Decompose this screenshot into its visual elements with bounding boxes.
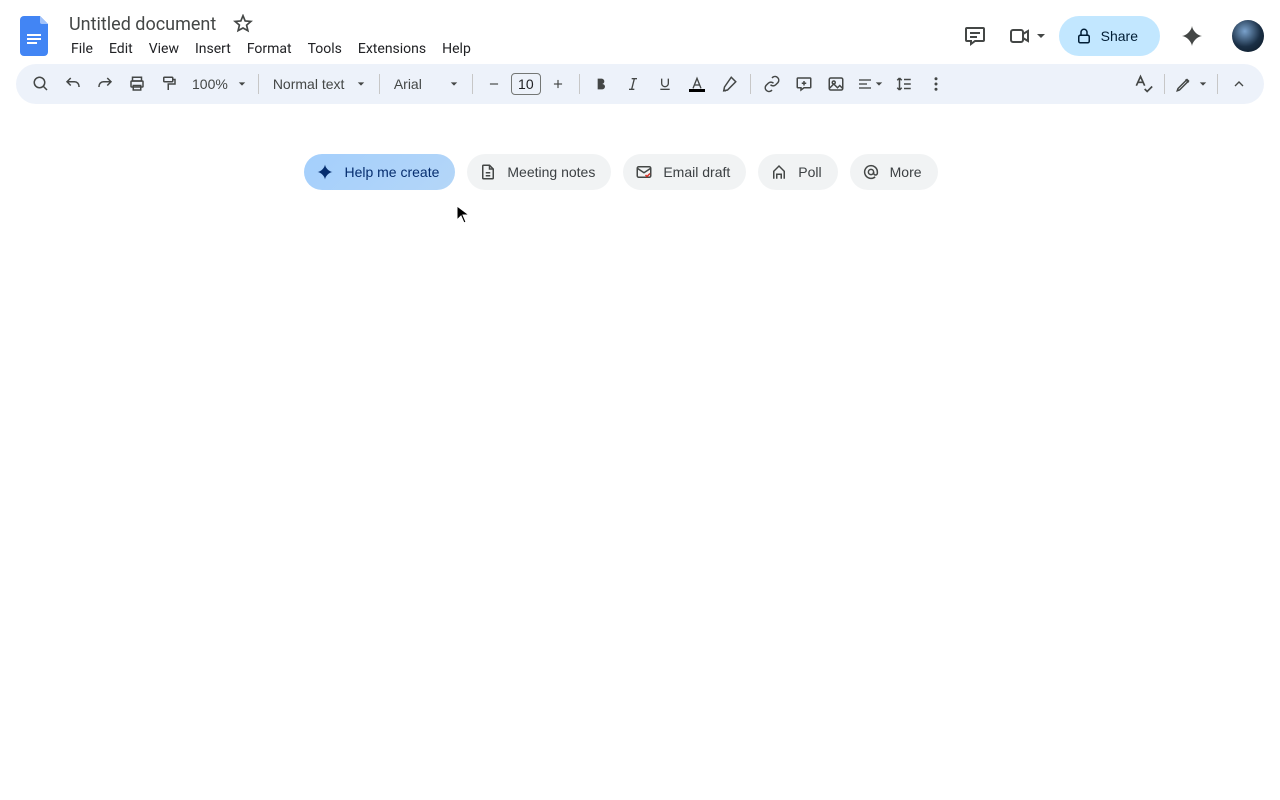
chevron-down-icon — [357, 80, 365, 88]
chevron-down-icon — [238, 80, 246, 88]
zoom-dropdown[interactable]: 100% — [186, 69, 252, 99]
pencil-icon — [1175, 75, 1193, 93]
insert-image-icon[interactable] — [821, 69, 851, 99]
menu-tools[interactable]: Tools — [301, 37, 349, 61]
chevron-down-icon — [1036, 31, 1046, 41]
increase-font-size-button[interactable] — [543, 69, 573, 99]
underline-button[interactable] — [650, 69, 680, 99]
separator — [379, 74, 380, 94]
chip-help-me-create[interactable]: Help me create — [304, 154, 455, 190]
chevron-down-icon — [875, 80, 883, 88]
insert-link-icon[interactable] — [757, 69, 787, 99]
chevron-down-icon — [1199, 80, 1207, 88]
chip-label: Help me create — [344, 164, 439, 180]
menu-view[interactable]: View — [142, 37, 186, 61]
zoom-value: 100% — [192, 76, 228, 92]
share-button[interactable]: Share — [1059, 16, 1160, 56]
app-header: Untitled document File Edit View Insert … — [0, 0, 1280, 64]
paragraph-style-dropdown[interactable]: Normal text — [265, 69, 373, 99]
separator — [258, 74, 259, 94]
menu-insert[interactable]: Insert — [188, 37, 238, 61]
chip-more[interactable]: More — [850, 154, 938, 190]
at-icon — [862, 163, 880, 181]
redo-icon[interactable] — [90, 69, 120, 99]
chip-label: Poll — [798, 164, 821, 180]
chevron-down-icon — [450, 80, 458, 88]
italic-button[interactable] — [618, 69, 648, 99]
separator — [472, 74, 473, 94]
separator — [579, 74, 580, 94]
decrease-font-size-button[interactable] — [479, 69, 509, 99]
text-color-button[interactable] — [682, 70, 712, 98]
avatar[interactable] — [1232, 20, 1264, 52]
font-family-dropdown[interactable]: Arial — [386, 69, 466, 99]
mouse-cursor — [456, 205, 470, 225]
chip-label: More — [890, 164, 922, 180]
menu-extensions[interactable]: Extensions — [351, 37, 433, 61]
menu-file[interactable]: File — [64, 37, 100, 61]
separator — [1217, 74, 1218, 94]
share-label: Share — [1101, 28, 1138, 44]
comments-icon[interactable] — [955, 16, 995, 56]
star-icon[interactable] — [231, 12, 255, 36]
paint-format-icon[interactable] — [154, 69, 184, 99]
more-tools-icon[interactable] — [921, 69, 951, 99]
font-family-value: Arial — [394, 76, 422, 92]
highlight-button[interactable] — [714, 69, 744, 99]
menu-edit[interactable]: Edit — [102, 37, 140, 61]
separator — [750, 74, 751, 94]
poll-icon — [770, 163, 788, 181]
print-icon[interactable] — [122, 69, 152, 99]
chip-meeting-notes[interactable]: Meeting notes — [467, 154, 611, 190]
add-comment-icon[interactable] — [789, 69, 819, 99]
collapse-toolbar-icon[interactable] — [1224, 69, 1254, 99]
bold-button[interactable] — [586, 69, 616, 99]
menu-format[interactable]: Format — [240, 37, 299, 61]
line-spacing-icon[interactable] — [889, 69, 919, 99]
chip-poll[interactable]: Poll — [758, 154, 837, 190]
lock-icon — [1075, 27, 1093, 45]
chip-label: Meeting notes — [507, 164, 595, 180]
undo-icon[interactable] — [58, 69, 88, 99]
text-color-swatch — [689, 89, 705, 92]
sparkle-icon — [316, 163, 334, 181]
suggestion-chips: Help me create Meeting notes Email draft… — [304, 154, 937, 190]
menu-bar: File Edit View Insert Format Tools Exten… — [64, 37, 955, 61]
gemini-icon[interactable] — [1172, 16, 1212, 56]
document-title[interactable]: Untitled document — [64, 12, 221, 37]
toolbar: 100% Normal text Arial — [16, 64, 1264, 104]
separator — [1164, 74, 1165, 94]
paragraph-style-value: Normal text — [273, 76, 345, 92]
chip-email-draft[interactable]: Email draft — [623, 154, 746, 190]
chip-label: Email draft — [663, 164, 730, 180]
search-icon[interactable] — [26, 69, 56, 99]
email-icon — [635, 163, 653, 181]
meet-icon[interactable] — [1007, 16, 1047, 56]
align-dropdown[interactable] — [853, 69, 887, 99]
docs-logo-icon[interactable] — [16, 16, 56, 56]
editing-mode-dropdown[interactable] — [1171, 69, 1211, 99]
spellcheck-icon[interactable] — [1128, 69, 1158, 99]
document-canvas[interactable]: Help me create Meeting notes Email draft… — [0, 104, 1280, 190]
document-icon — [479, 163, 497, 181]
font-size-input[interactable] — [511, 73, 541, 95]
menu-help[interactable]: Help — [435, 37, 478, 61]
